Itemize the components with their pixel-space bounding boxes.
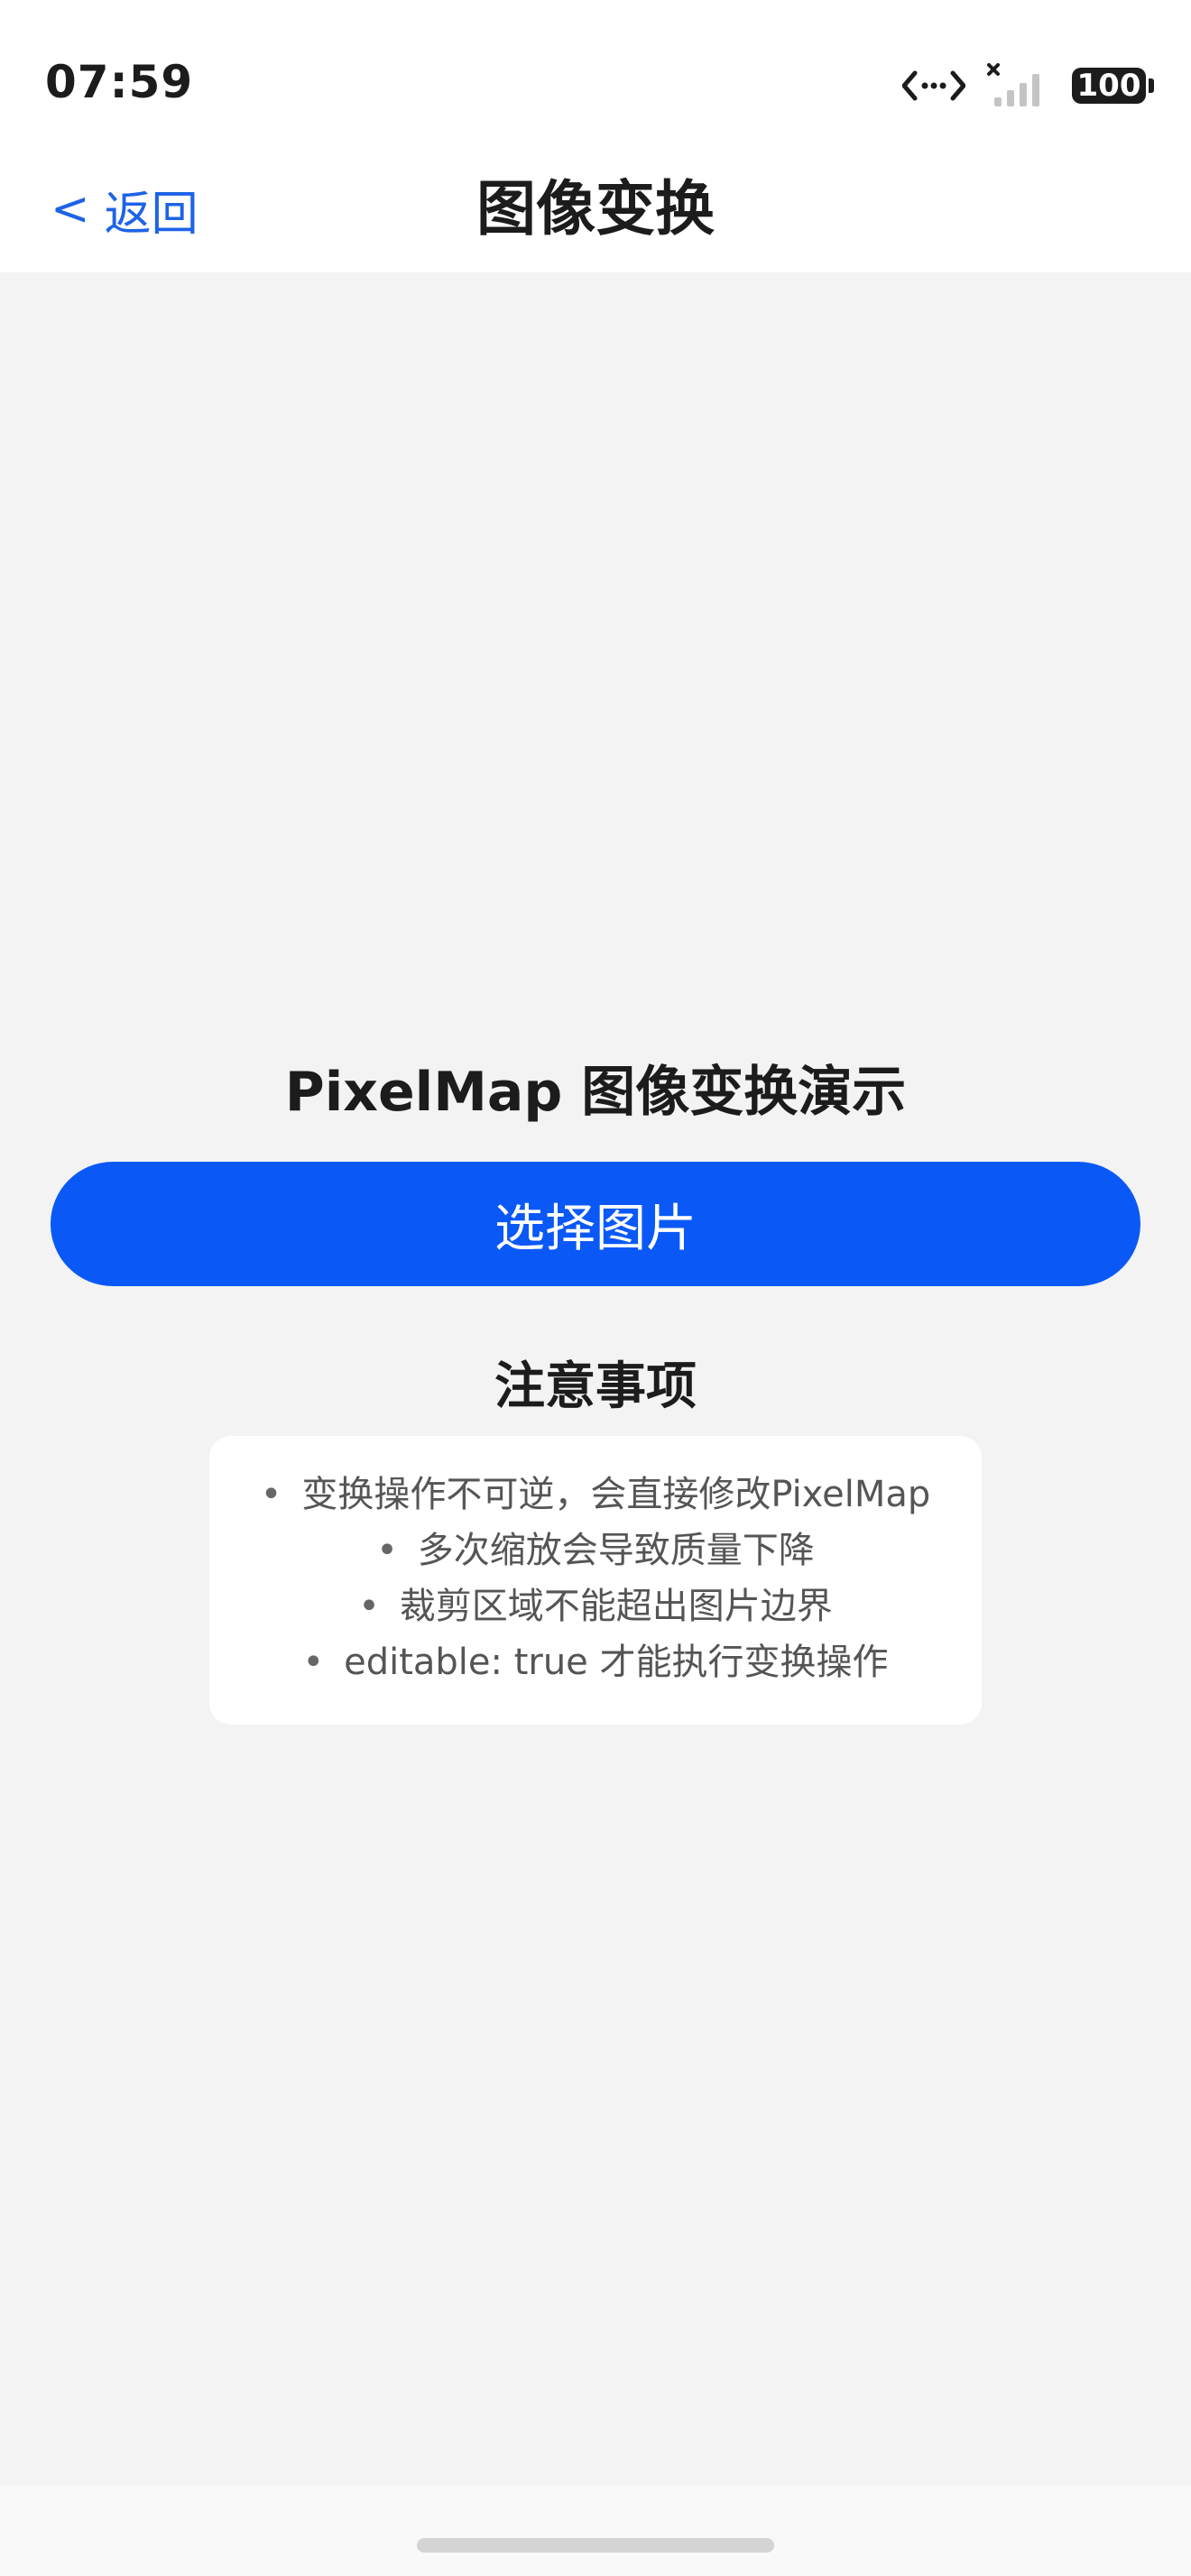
- note-item: • 多次缩放会导致质量下降: [209, 1523, 982, 1578]
- link-icon: [902, 70, 965, 101]
- note-text: 变换操作不可逆，会直接修改PixelMap: [301, 1474, 931, 1515]
- home-indicator[interactable]: [417, 2538, 774, 2553]
- notes-list: • 变换操作不可逆，会直接修改PixelMap • 多次缩放会导致质量下降 • 裁剪区…: [209, 1467, 982, 1690]
- bullet-icon: •: [376, 1530, 398, 1571]
- bullet-icon: •: [302, 1642, 325, 1683]
- notes-card: • 变换操作不可逆，会直接修改PixelMap • 多次缩放会导致质量下降 • 裁剪区…: [209, 1436, 982, 1725]
- status-bar: 07:59 100: [0, 0, 1191, 153]
- bullet-icon: •: [358, 1586, 380, 1627]
- status-time: 07:59: [45, 56, 194, 108]
- select-image-button[interactable]: 选择图片: [51, 1162, 1140, 1286]
- note-text: 裁剪区域不能超出图片边界: [399, 1586, 833, 1627]
- notes-title: 注意事项: [494, 1357, 697, 1416]
- battery-icon: 100: [1072, 68, 1154, 104]
- demo-title: PixelMap 图像变换演示: [284, 1061, 907, 1124]
- note-text: 多次缩放会导致质量下降: [417, 1530, 815, 1571]
- note-item: • 裁剪区域不能超出图片边界: [209, 1578, 982, 1634]
- bullet-icon: •: [260, 1474, 282, 1515]
- navigation-bar: < 返回 图像变换: [0, 153, 1191, 272]
- page-title: 图像变换: [476, 174, 715, 244]
- note-text: editable: true 才能执行变换操作: [344, 1642, 889, 1683]
- home-bar-area: [0, 2486, 1191, 2576]
- note-item: • editable: true 才能执行变换操作: [209, 1634, 982, 1690]
- main-content: PixelMap 图像变换演示 选择图片 注意事项 • 变换操作不可逆，会直接修改…: [0, 272, 1191, 2486]
- no-signal-icon: [987, 63, 1039, 106]
- status-icons: 100: [902, 63, 1154, 108]
- note-item: • 变换操作不可逆，会直接修改PixelMap: [209, 1467, 982, 1523]
